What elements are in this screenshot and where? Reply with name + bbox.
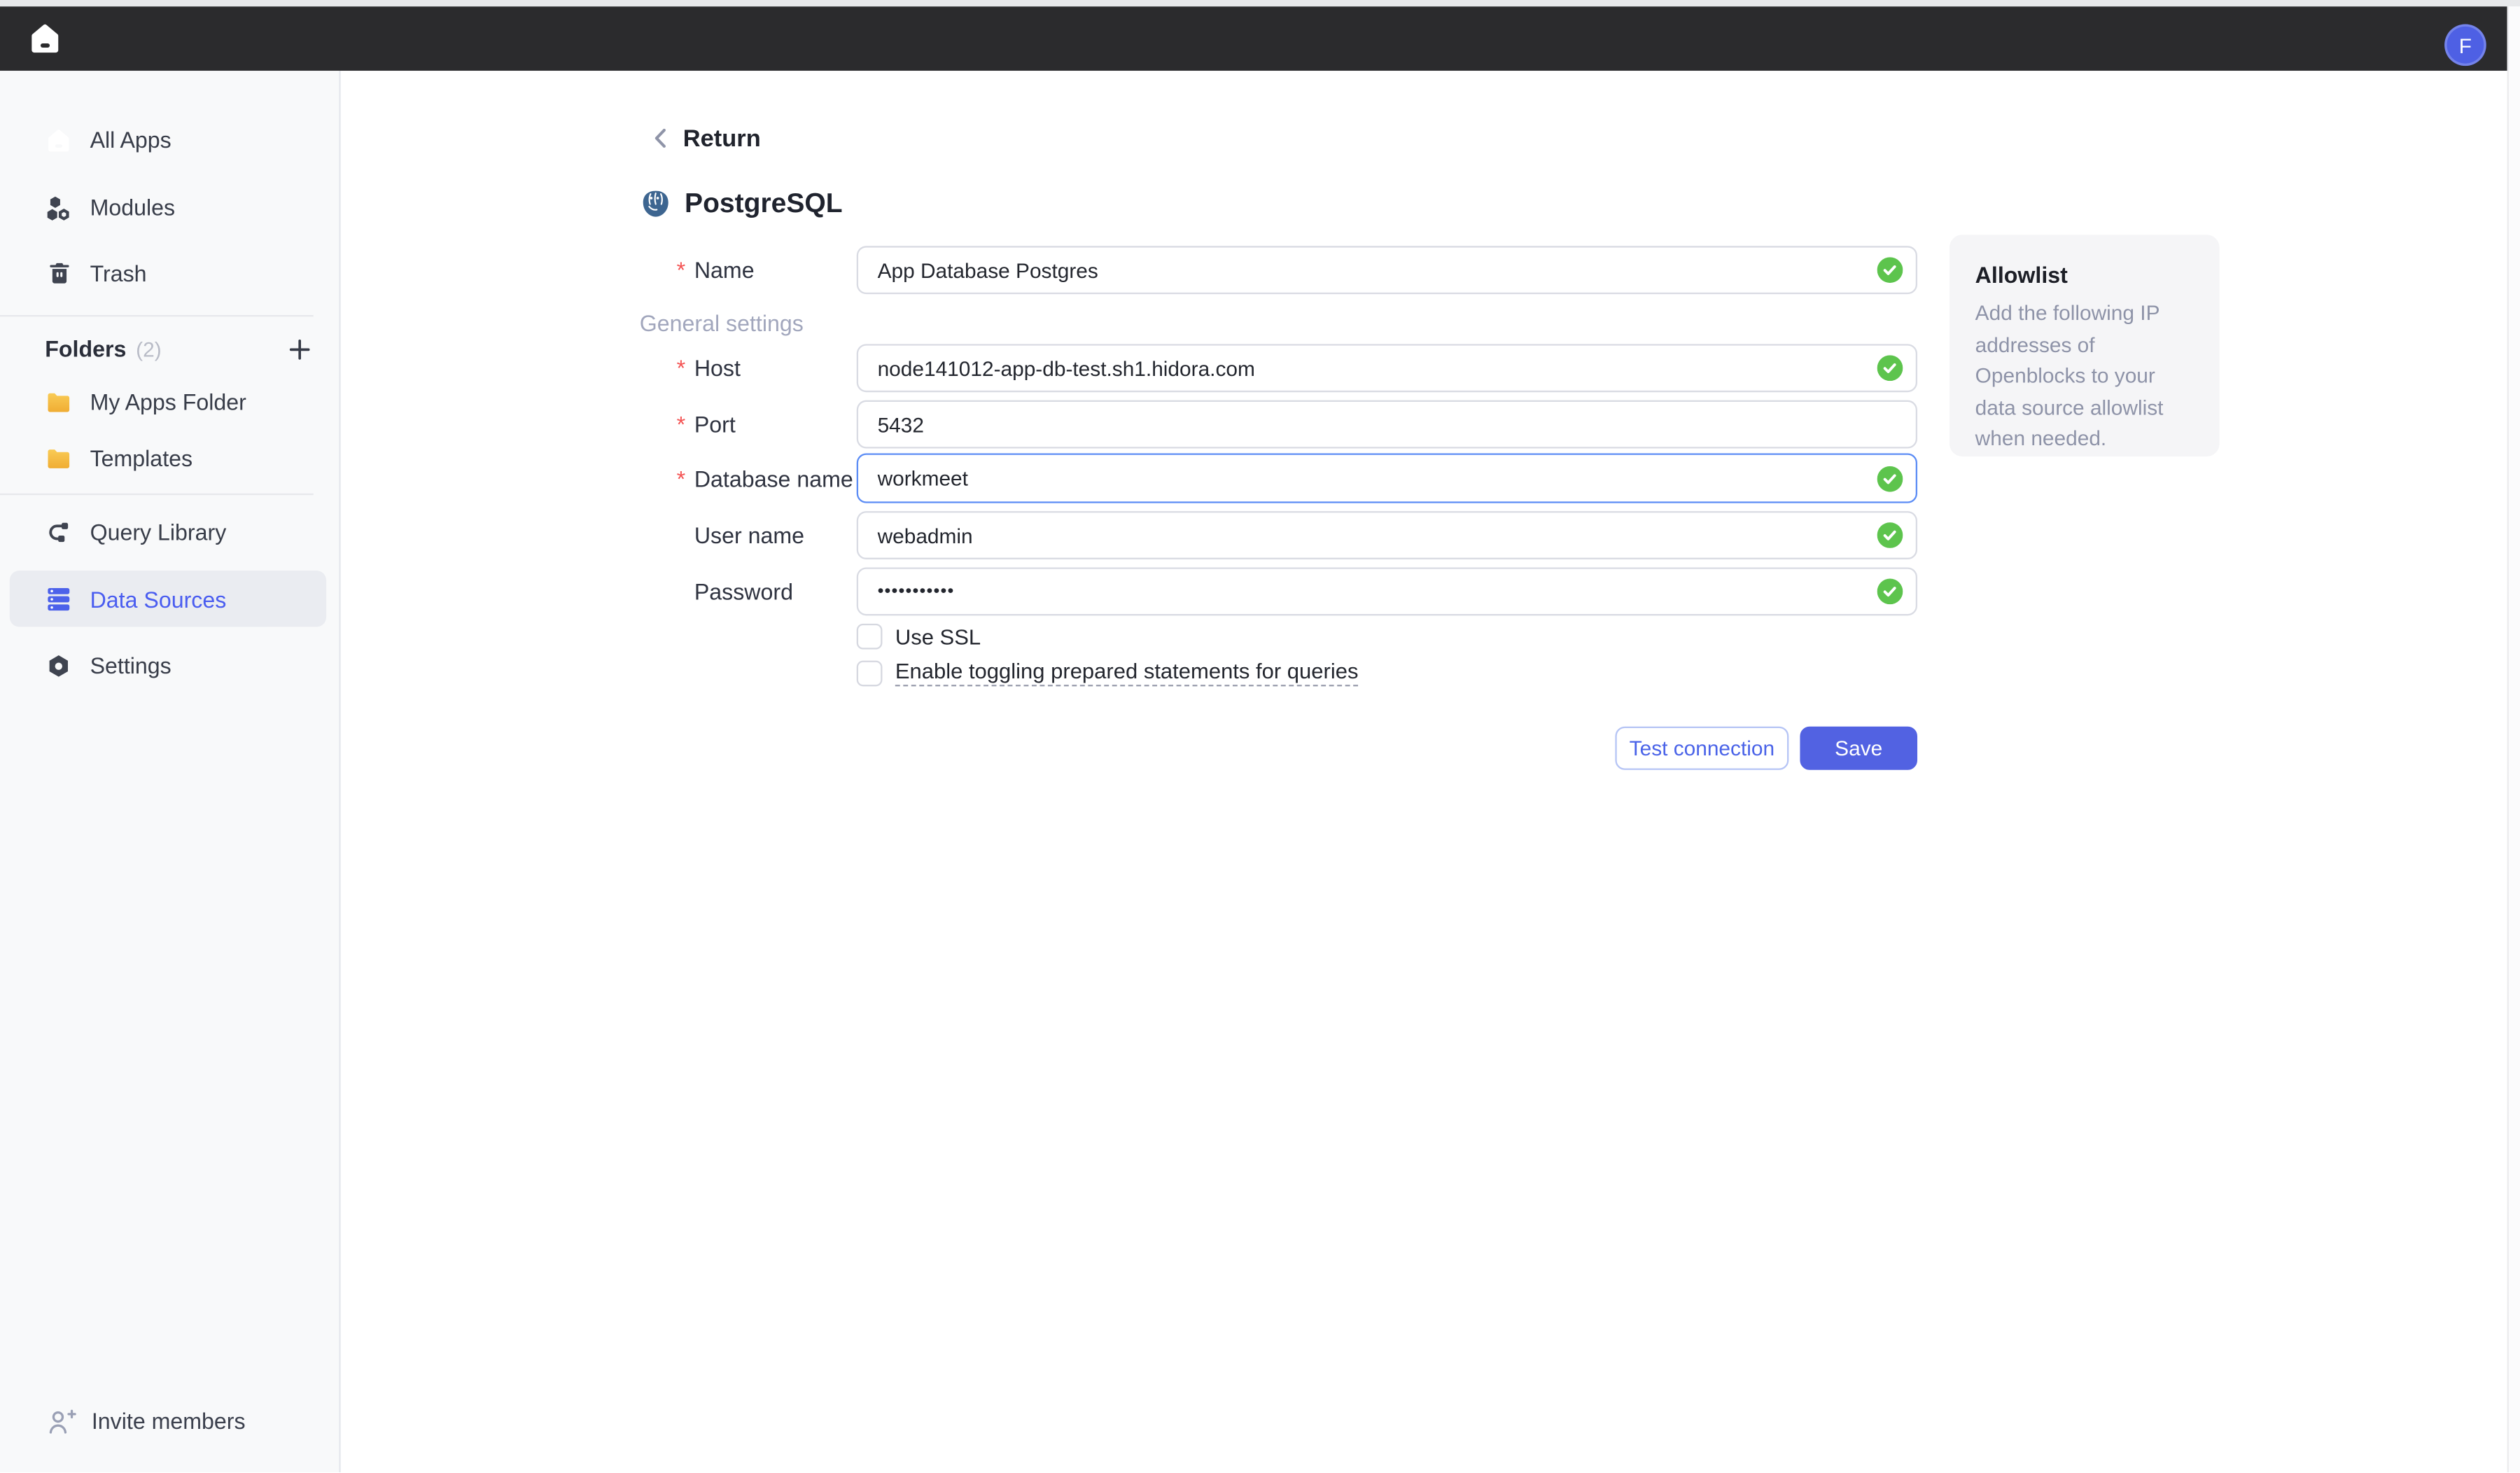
- port-input[interactable]: [857, 400, 1917, 449]
- sidebar-divider: [0, 494, 314, 495]
- save-button[interactable]: Save: [1800, 727, 1917, 770]
- field-label: * Name: [677, 257, 857, 283]
- sidebar-item-label: Trash: [90, 260, 147, 286]
- avatar[interactable]: F: [2444, 24, 2486, 66]
- required-asterisk: *: [677, 412, 694, 438]
- valid-check-icon: [1877, 579, 1903, 605]
- plus-icon: [287, 337, 311, 361]
- allowlist-body: Add the following IP addresses of Openbl…: [1975, 298, 2194, 454]
- return-label: Return: [683, 125, 761, 152]
- field-label: * Password: [677, 579, 857, 605]
- sidebar-item-label: Templates: [90, 445, 193, 471]
- form-row-database-name: * Database name: [677, 453, 1917, 503]
- user-name-input[interactable]: [857, 511, 1917, 559]
- form-row-host: * Host: [677, 344, 1917, 392]
- allowlist-title: Allowlist: [1975, 262, 2194, 288]
- valid-check-icon: [1877, 522, 1903, 548]
- sidebar-item-label: My Apps Folder: [90, 389, 246, 415]
- chevron-left-icon: [650, 125, 672, 151]
- sidebar-item-label: Modules: [90, 195, 176, 221]
- test-connection-button[interactable]: Test connection: [1615, 727, 1788, 770]
- sidebar-divider: [0, 315, 314, 316]
- required-asterisk: *: [677, 355, 694, 381]
- sidebar-item-trash[interactable]: Trash: [0, 246, 341, 300]
- sidebar-item-label: Settings: [90, 652, 172, 678]
- sidebar-item-modules[interactable]: Modules: [0, 180, 341, 235]
- field-label: * Database name: [677, 466, 857, 491]
- folders-count: (2): [136, 337, 161, 361]
- form-row-password: * Password: [677, 567, 1917, 615]
- valid-check-icon: [1877, 466, 1903, 491]
- window-top-strip: [0, 0, 2520, 6]
- database-name-input[interactable]: [857, 453, 1917, 503]
- datasource-title-row: PostgreSQL: [640, 183, 843, 225]
- modules-icon: [45, 194, 72, 221]
- folders-header: Folders (2): [45, 328, 315, 370]
- sidebar-item-label: All Apps: [90, 127, 172, 153]
- sidebar: All Apps Modules Trash: [0, 71, 341, 1472]
- add-folder-button[interactable]: [283, 333, 315, 365]
- prepared-statements-checkbox[interactable]: [857, 659, 883, 685]
- top-bar: F: [0, 6, 2520, 71]
- general-settings-section-label: General settings: [640, 310, 804, 336]
- trash-icon: [45, 260, 72, 287]
- password-input[interactable]: [857, 567, 1917, 615]
- sidebar-item-settings[interactable]: Settings: [0, 638, 341, 692]
- return-link[interactable]: Return: [650, 119, 761, 158]
- invite-members-label: Invite members: [92, 1408, 246, 1434]
- field-label: * User name: [677, 522, 857, 548]
- prepared-statements-row: Enable toggling prepared statements for …: [857, 659, 1359, 686]
- sidebar-item-templates[interactable]: Templates: [0, 431, 341, 485]
- form-row-port: * Port: [677, 400, 1917, 449]
- main-content: Return PostgreSQL * Name: [341, 71, 2509, 1472]
- allowlist-card: Allowlist Add the following IP addresses…: [1949, 235, 2220, 456]
- page-scrollbar[interactable]: [2507, 0, 2520, 1472]
- app-window: F All Apps Modules: [0, 0, 2520, 1472]
- valid-check-icon: [1877, 257, 1903, 283]
- valid-check-icon: [1877, 355, 1903, 381]
- field-label: * Port: [677, 412, 857, 438]
- form-row-name: * Name: [677, 246, 1917, 294]
- avatar-initial: F: [2459, 33, 2472, 57]
- sidebar-item-data-sources[interactable]: Data Sources: [10, 571, 326, 627]
- required-asterisk: *: [677, 466, 694, 491]
- form-row-user-name: * User name: [677, 511, 1917, 559]
- invite-members-button[interactable]: Invite members: [0, 1394, 341, 1448]
- prepared-statements-label: Enable toggling prepared statements for …: [895, 659, 1359, 686]
- use-ssl-row: Use SSL: [857, 624, 981, 650]
- invite-member-icon: [45, 1405, 77, 1437]
- required-asterisk: *: [677, 257, 694, 283]
- query-library-icon: [45, 518, 72, 545]
- sidebar-item-my-apps-folder[interactable]: My Apps Folder: [0, 375, 341, 429]
- gear-icon: [45, 652, 72, 679]
- folders-title: Folders: [45, 336, 126, 362]
- folder-icon: [45, 388, 72, 415]
- home-icon: [27, 21, 63, 57]
- home-icon: [45, 126, 72, 153]
- sidebar-item-label: Query Library: [90, 519, 227, 545]
- use-ssl-checkbox[interactable]: [857, 624, 883, 650]
- sidebar-item-query-library[interactable]: Query Library: [0, 505, 341, 559]
- field-label: * Host: [677, 355, 857, 381]
- use-ssl-label: Use SSL: [895, 624, 981, 648]
- name-input[interactable]: [857, 246, 1917, 294]
- page-title: PostgreSQL: [685, 188, 843, 221]
- home-button[interactable]: [26, 20, 64, 58]
- postgresql-logo-icon: [640, 188, 672, 221]
- host-input[interactable]: [857, 344, 1917, 392]
- folder-icon: [45, 445, 72, 472]
- sidebar-item-label: Data Sources: [90, 586, 227, 612]
- sidebar-item-all-apps[interactable]: All Apps: [0, 113, 341, 167]
- data-sources-icon: [45, 585, 72, 613]
